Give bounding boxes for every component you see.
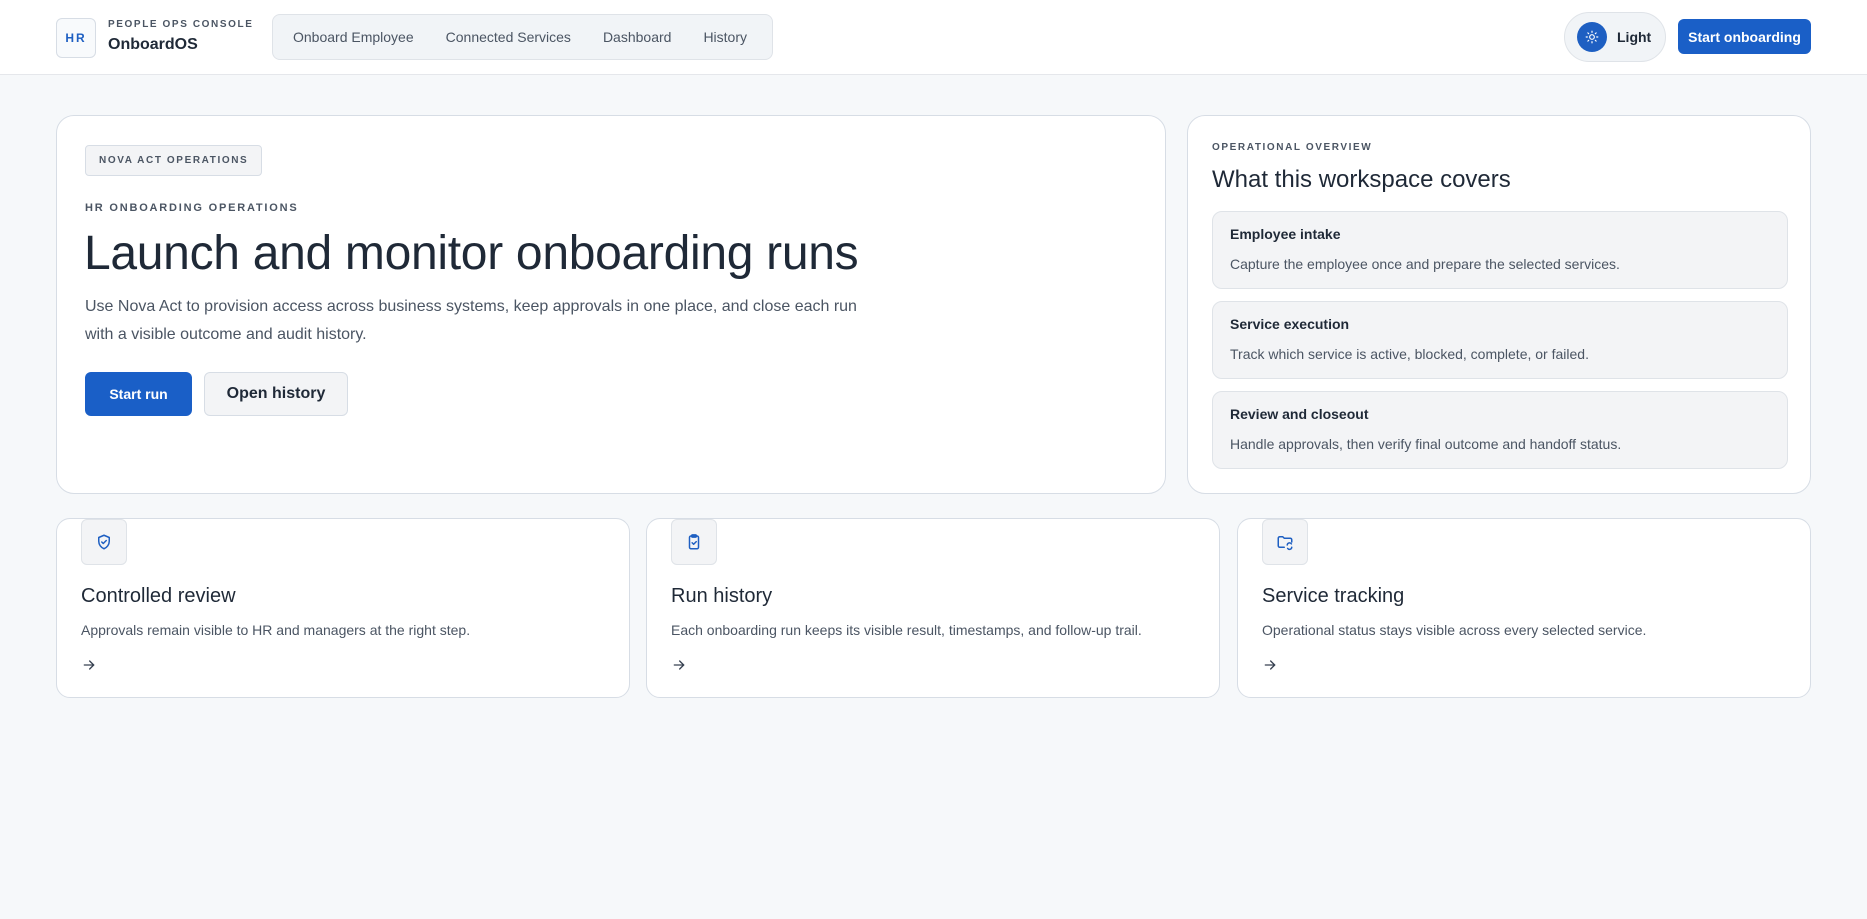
nav-connected-services[interactable]: Connected Services [430,19,587,55]
open-history-button[interactable]: Open history [204,372,348,416]
overview-card: OPERATIONAL OVERVIEW What this workspace… [1187,115,1811,494]
overview-item-title: Service execution [1230,316,1350,332]
feature-description: Each onboarding run keeps its visible re… [671,622,1142,638]
overview-item-title: Review and closeout [1230,406,1369,422]
overview-item-description: Capture the employee once and prepare th… [1230,256,1620,272]
app-name: OnboardOS [108,36,198,53]
arrow-right-icon[interactable] [81,657,97,673]
arrow-right-icon[interactable] [1262,657,1278,673]
feature-title: Run history [671,585,773,607]
top-bar: HR PEOPLE OPS CONSOLE OnboardOS Onboard … [0,0,1867,75]
hero-eyebrow: HR ONBOARDING OPERATIONS [85,202,299,214]
overview-item-description: Handle approvals, then verify final outc… [1230,436,1622,452]
feature-card-service-tracking[interactable]: Service tracking Operational status stay… [1237,518,1811,698]
hr-logo: HR [56,18,96,58]
overview-item-review-closeout: Review and closeout Handle approvals, th… [1212,391,1788,469]
feature-description: Operational status stays visible across … [1262,622,1647,638]
start-onboarding-button[interactable]: Start onboarding [1678,19,1811,54]
arrow-right-icon[interactable] [671,657,687,673]
overview-eyebrow: OPERATIONAL OVERVIEW [1212,142,1373,153]
feature-card-run-history[interactable]: Run history Each onboarding run keeps it… [646,518,1220,698]
overview-item-description: Track which service is active, blocked, … [1230,346,1589,362]
sun-icon [1585,30,1599,44]
hero-tag: NOVA ACT OPERATIONS [85,145,263,176]
feature-description: Approvals remain visible to HR and manag… [81,622,471,638]
overview-item-employee-intake: Employee intake Capture the employee onc… [1212,211,1788,289]
brand-eyebrow: PEOPLE OPS CONSOLE [108,19,254,30]
clipboard-check-icon [671,519,717,565]
nav-dashboard[interactable]: Dashboard [587,19,688,55]
nav-history[interactable]: History [687,19,763,55]
theme-icon-badge [1577,22,1607,52]
theme-label: Light [1617,29,1652,45]
shield-check-icon [81,519,127,565]
folder-sync-icon [1262,519,1308,565]
feature-title: Controlled review [81,585,236,607]
nav-onboard-employee[interactable]: Onboard Employee [277,19,430,55]
main-nav: Onboard Employee Connected Services Dash… [272,14,773,60]
hero-description: Use Nova Act to provision access across … [85,298,857,343]
start-run-button[interactable]: Start run [85,372,192,416]
hero-title: Launch and monitor onboarding runs [84,227,859,280]
hero-card: NOVA ACT OPERATIONS HR ONBOARDING OPERAT… [56,115,1166,494]
overview-item-service-execution: Service execution Track which service is… [1212,301,1788,379]
theme-toggle[interactable]: Light [1564,12,1666,62]
feature-title: Service tracking [1262,585,1405,607]
overview-item-title: Employee intake [1230,226,1341,242]
feature-card-controlled-review[interactable]: Controlled review Approvals remain visib… [56,518,630,698]
overview-title: What this workspace covers [1212,166,1511,193]
